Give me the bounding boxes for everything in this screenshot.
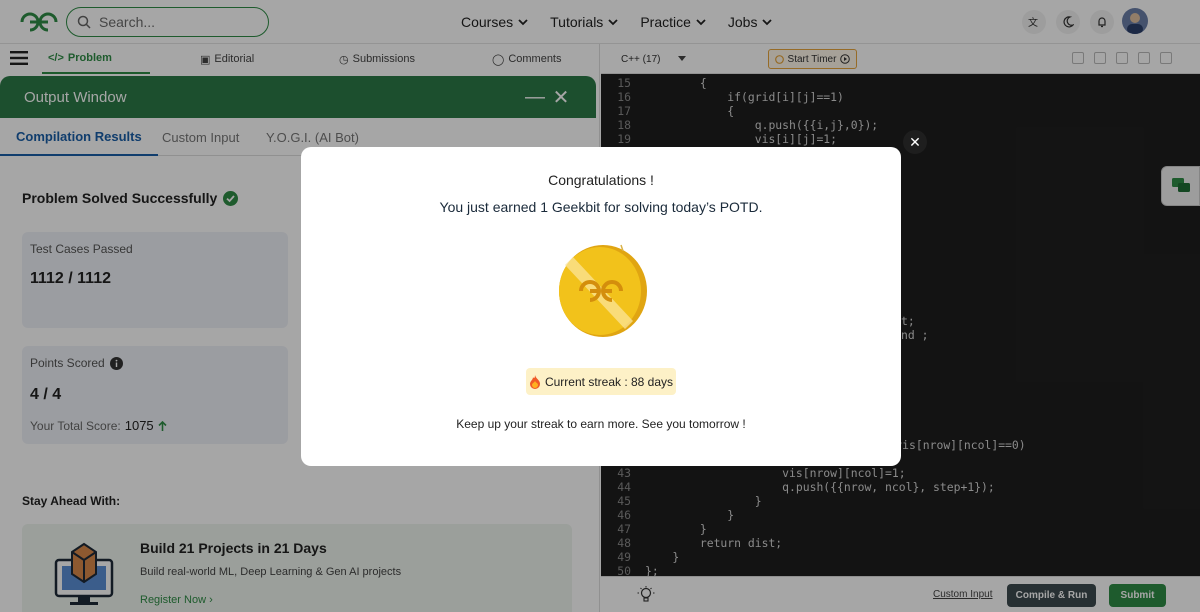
streak-text: Current streak : 88 days [544, 374, 674, 389]
close-modal-icon[interactable]: ✕ [903, 130, 927, 154]
geekbit-coin-icon [559, 244, 647, 337]
congratulations-modal: Congratulations ! You just earned 1 Geek… [301, 147, 901, 466]
modal-footer-text: Keep up your streak to earn more. See yo… [456, 417, 746, 431]
modal-title: Congratulations ! [548, 172, 654, 188]
modal-subtitle: You just earned 1 Geekbit for solving to… [439, 199, 763, 215]
fire-icon [529, 374, 540, 389]
streak-badge: Current streak : 88 days [526, 368, 676, 395]
